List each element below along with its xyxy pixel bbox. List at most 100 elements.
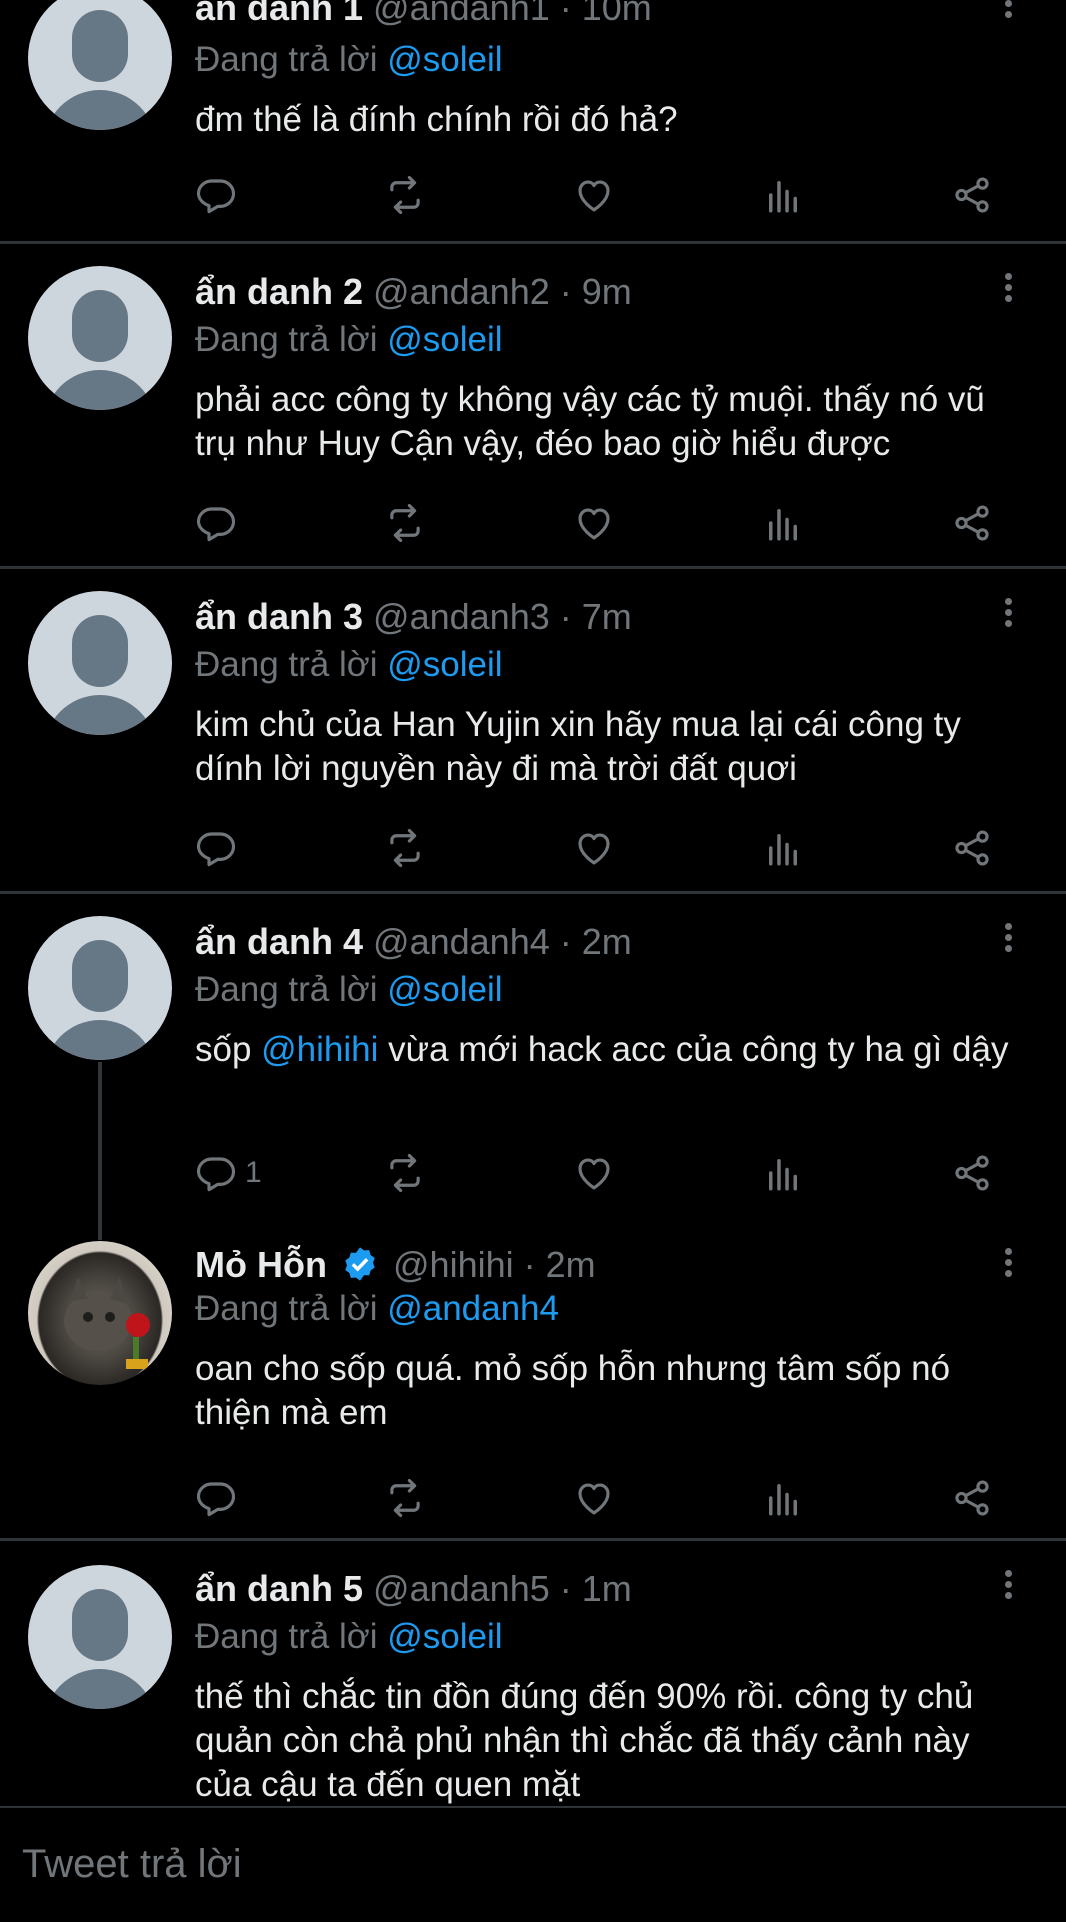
user-handle[interactable]: @hihihi: [393, 1244, 514, 1285]
avatar-photo[interactable]: [28, 1241, 172, 1385]
cat-photo: [64, 1277, 150, 1369]
user-handle[interactable]: @andanh5: [373, 1568, 550, 1609]
analytics-icon: [769, 1159, 797, 1191]
tweet-header: Mỏ Hỗn @hihihi · 2m: [195, 1243, 596, 1287]
heart-icon: [578, 508, 610, 540]
tweet-text: phải acc công ty không vậy các tỷ muội. …: [195, 380, 985, 463]
analytics-icon: [769, 509, 797, 541]
more-vertical-icon[interactable]: [1000, 920, 1016, 964]
reply-icon: [196, 179, 236, 214]
reply-input[interactable]: Tweet trả lời: [22, 1838, 1022, 1890]
retweet-button[interactable]: [384, 1475, 426, 1521]
user-name[interactable]: ẩn danh 5: [195, 1568, 363, 1609]
like-button[interactable]: [573, 1150, 615, 1196]
tweet-text-part: sốp: [195, 1030, 262, 1069]
share-button[interactable]: [951, 172, 993, 218]
replying-mention[interactable]: @soleil: [387, 970, 502, 1009]
user-name[interactable]: ẩn danh 1: [195, 0, 363, 28]
reply-button[interactable]: [195, 1475, 245, 1521]
reply-button[interactable]: [195, 500, 245, 546]
user-name[interactable]: Mỏ Hỗn: [195, 1244, 327, 1285]
tweet-actions: 1: [195, 1150, 1015, 1196]
tweet-5[interactable]: Mỏ Hỗn @hihihi · 2m Đang trả lời @andanh…: [0, 1219, 1066, 1538]
views-button[interactable]: [762, 1475, 804, 1521]
user-handle[interactable]: @andanh2: [373, 271, 550, 312]
replying-to: Đang trả lời @soleil: [195, 643, 503, 687]
avatar-default[interactable]: [28, 1565, 172, 1709]
share-button[interactable]: [951, 1475, 993, 1521]
more-vertical-icon[interactable]: [1000, 595, 1016, 639]
tweet-time: · 7m: [559, 596, 632, 637]
avatar-default[interactable]: [28, 916, 172, 1060]
tweet-4[interactable]: ẩn danh 4 @andanh4 · 2m Đang trả lời @so…: [0, 894, 1066, 1234]
replying-label: Đang trả lời: [195, 320, 378, 359]
tweet-1[interactable]: ẩn danh 1 @andanh1 · 10m Đang trả lời @s…: [0, 0, 1066, 241]
reply-count: 1: [245, 1156, 262, 1189]
retweet-button[interactable]: [384, 1150, 426, 1196]
reply-button[interactable]: [195, 825, 245, 871]
reply-button[interactable]: 1: [195, 1150, 262, 1196]
views-button[interactable]: [762, 1150, 804, 1196]
user-name[interactable]: ẩn danh 3: [195, 596, 363, 637]
more-vertical-icon[interactable]: [1000, 1245, 1016, 1289]
tweet-time: · 2m: [523, 1244, 596, 1285]
user-handle[interactable]: @andanh1: [373, 0, 550, 28]
views-button[interactable]: [762, 825, 804, 871]
like-button[interactable]: [573, 500, 615, 546]
retweet-icon: [390, 1478, 420, 1518]
replying-mention[interactable]: @soleil: [387, 645, 502, 684]
more-vertical-icon[interactable]: [1000, 270, 1016, 314]
share-button[interactable]: [951, 500, 993, 546]
replying-label: Đang trả lời: [195, 1617, 378, 1656]
reply-icon: [196, 832, 236, 867]
more-vertical-icon[interactable]: [1000, 0, 1016, 30]
avatar-default[interactable]: [28, 0, 172, 130]
analytics-icon: [769, 181, 797, 213]
views-button[interactable]: [762, 500, 804, 546]
reply-icon: [196, 1157, 236, 1192]
like-button[interactable]: [573, 1475, 615, 1521]
tweet-time: · 10m: [559, 0, 652, 28]
reply-button[interactable]: [195, 172, 245, 218]
replying-to: Đang trả lời @andanh4: [195, 1287, 559, 1331]
replying-mention[interactable]: @soleil: [387, 40, 502, 79]
replying-mention[interactable]: @andanh4: [387, 1289, 559, 1328]
tweet-text-part: vừa mới hack acc của công ty ha gì dậy: [378, 1030, 1009, 1069]
tweet-3[interactable]: ẩn danh 3 @andanh3 · 7m Đang trả lời @so…: [0, 569, 1066, 891]
replying-mention[interactable]: @soleil: [387, 1617, 502, 1656]
inline-mention[interactable]: @hihihi: [261, 1030, 378, 1069]
views-button[interactable]: [762, 172, 804, 218]
retweet-icon: [390, 828, 420, 868]
reply-timeline: ẩn danh 1 @andanh1 · 10m Đang trả lời @s…: [0, 0, 1066, 1806]
user-name[interactable]: ẩn danh 2: [195, 271, 363, 312]
more-vertical-icon[interactable]: [1000, 1567, 1016, 1611]
tweet-text: kim chủ của Han Yujin xin hãy mua lại cá…: [195, 705, 961, 788]
tweet-2[interactable]: ẩn danh 2 @andanh2 · 9m Đang trả lời @so…: [0, 244, 1066, 566]
share-button[interactable]: [951, 1150, 993, 1196]
share-icon: [955, 1155, 989, 1191]
like-button[interactable]: [573, 172, 615, 218]
replying-mention[interactable]: @soleil: [387, 320, 502, 359]
tweet-6[interactable]: ẩn danh 5 @andanh5 · 1m Đang trả lời @so…: [0, 1541, 1066, 1806]
reply-icon: [196, 507, 236, 542]
retweet-button[interactable]: [384, 500, 426, 546]
tweet-text: oan cho sốp quá. mỏ sốp hỗn nhưng tâm số…: [195, 1349, 951, 1432]
tweet-text: thế thì chắc tin đồn đúng đến 90% rồi. c…: [195, 1677, 974, 1804]
tweet-actions: [195, 825, 1015, 871]
tweet-header: ẩn danh 4 @andanh4 · 2m: [195, 920, 632, 964]
replying-label: Đang trả lời: [195, 1289, 378, 1328]
replying-label: Đang trả lời: [195, 40, 378, 79]
retweet-button[interactable]: [384, 172, 426, 218]
user-handle[interactable]: @andanh4: [373, 921, 550, 962]
retweet-icon: [390, 503, 420, 543]
user-handle[interactable]: @andanh3: [373, 596, 550, 637]
tweet-header: ẩn danh 1 @andanh1 · 10m: [195, 0, 652, 30]
share-icon: [955, 177, 989, 213]
retweet-button[interactable]: [384, 825, 426, 871]
avatar-default[interactable]: [28, 266, 172, 410]
avatar-default[interactable]: [28, 591, 172, 735]
user-name[interactable]: ẩn danh 4: [195, 921, 363, 962]
share-button[interactable]: [951, 825, 993, 871]
like-button[interactable]: [573, 825, 615, 871]
retweet-icon: [390, 1153, 420, 1193]
